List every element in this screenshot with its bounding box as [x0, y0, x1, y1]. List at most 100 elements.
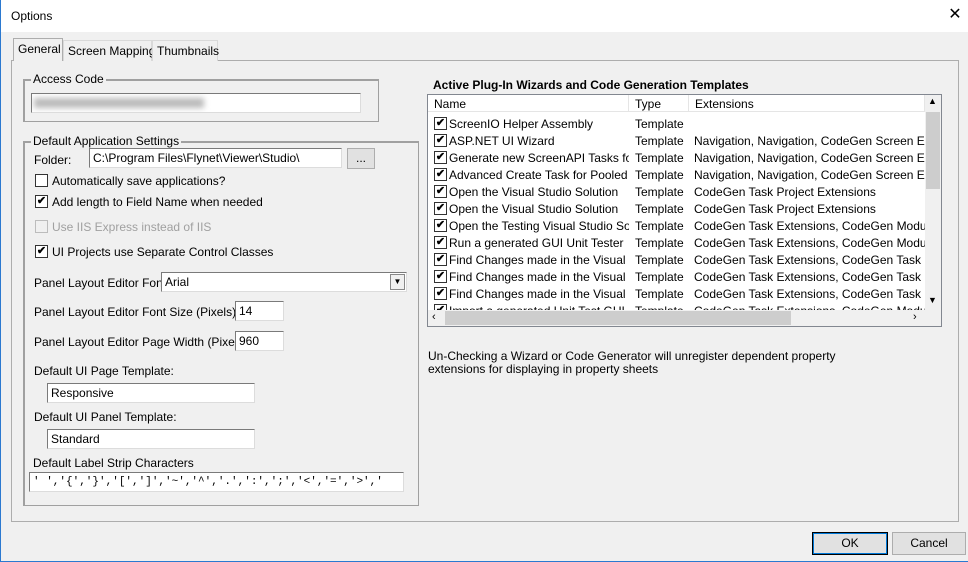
row-type: Template: [635, 134, 684, 148]
list-item[interactable]: ✔ ScreenIO Helper Assembly Template: [428, 115, 925, 132]
row-extensions: CodeGen Task Extensions, CodeGen Task Pr…: [694, 253, 925, 267]
list-item[interactable]: ✔ Find Changes made in the Visual St... …: [428, 285, 925, 302]
row-checkbox[interactable]: ✔: [434, 236, 447, 249]
row-name: Open the Testing Visual Studio Sol...: [449, 219, 629, 233]
scroll-up-icon[interactable]: ▲: [928, 96, 937, 106]
folder-label: Folder:: [34, 153, 72, 167]
plugins-heading: Active Plug-In Wizards and Code Generati…: [433, 78, 749, 92]
row-checkbox[interactable]: ✔: [434, 151, 447, 164]
tab-thumbnails[interactable]: Thumbnails: [152, 40, 219, 61]
font-select[interactable]: Arial ▼: [161, 272, 407, 292]
list-item[interactable]: ✔ Open the Visual Studio Solution Templa…: [428, 200, 925, 217]
row-extensions: CodeGen Task Project Extensions: [694, 202, 876, 216]
row-extensions: CodeGen Task Extensions, CodeGen Module …: [694, 219, 925, 233]
row-checkbox[interactable]: ✔: [434, 202, 447, 215]
window-title: Options: [11, 9, 53, 23]
checkbox-label-3: UI Projects use Separate Control Classes: [52, 245, 274, 259]
row-type: Template: [635, 185, 684, 199]
list-item[interactable]: ✔ Run a generated GUI Unit Tester Templa…: [428, 234, 925, 251]
checkbox-2: [35, 220, 48, 233]
row-extensions: CodeGen Task Extensions, CodeGen Task Pr…: [694, 287, 925, 301]
checkbox-label-1: Add length to Field Name when needed: [52, 195, 263, 209]
row-extensions: Navigation, Navigation, CodeGen Screen E…: [694, 134, 925, 148]
row-checkbox[interactable]: ✔: [434, 134, 447, 147]
list-item[interactable]: ✔ Find Changes made in the Visual St... …: [428, 268, 925, 285]
strip-chars-input[interactable]: ' ','{','}','[',']','~','^','.',':',';',…: [29, 472, 404, 492]
horizontal-scrollbar[interactable]: ‹ ›: [428, 310, 941, 326]
row-extensions: CodeGen Task Extensions, CodeGen Module …: [694, 236, 925, 250]
row-name: Open the Visual Studio Solution: [449, 185, 619, 199]
close-icon[interactable]: ✕: [945, 4, 965, 26]
browse-folder-button[interactable]: ...: [347, 148, 375, 169]
list-item[interactable]: ✔ Generate new ScreenAPI Tasks for... Te…: [428, 149, 925, 166]
row-name: Find Changes made in the Visual St...: [449, 287, 629, 301]
list-item[interactable]: ✔ Advanced Create Task for Pooled ... Te…: [428, 166, 925, 183]
row-type: Template: [635, 168, 684, 182]
horizontal-scroll-thumb[interactable]: [445, 311, 791, 325]
vertical-scroll-thumb[interactable]: [926, 112, 940, 189]
row-name: Generate new ScreenAPI Tasks for...: [449, 151, 629, 165]
checkbox-1[interactable]: ✔: [35, 195, 48, 208]
font-size-input[interactable]: 14: [235, 301, 284, 321]
title-bar: [1, 0, 968, 32]
row-checkbox[interactable]: ✔: [434, 287, 447, 300]
row-checkbox[interactable]: ✔: [434, 117, 447, 130]
page-template-label: Default UI Page Template:: [34, 364, 174, 378]
panel-template-label: Default UI Panel Template:: [34, 410, 177, 424]
strip-chars-label: Default Label Strip Characters: [33, 456, 194, 470]
column-header-type[interactable]: Type: [629, 95, 689, 112]
cancel-button[interactable]: Cancel: [892, 532, 966, 555]
tab-screen-mapping[interactable]: Screen Mapping: [63, 40, 155, 61]
ok-button[interactable]: OK: [812, 532, 888, 555]
font-size-label: Panel Layout Editor Font Size (Pixels):: [34, 305, 240, 319]
app-settings-label: Default Application Settings: [31, 134, 182, 148]
folder-input[interactable]: C:\Program Files\Flynet\Viewer\Studio\: [89, 148, 342, 168]
scroll-left-icon[interactable]: ‹: [432, 311, 436, 323]
row-checkbox[interactable]: ✔: [434, 253, 447, 266]
checkbox-0[interactable]: [35, 174, 48, 187]
row-type: Template: [635, 287, 684, 301]
row-name: ASP.NET UI Wizard: [449, 134, 555, 148]
row-name: Run a generated GUI Unit Tester: [449, 236, 624, 250]
row-type: Template: [635, 236, 684, 250]
scroll-right-icon[interactable]: ›: [913, 311, 917, 323]
access-code-input[interactable]: [31, 93, 361, 113]
row-name: Open the Visual Studio Solution: [449, 202, 619, 216]
row-checkbox[interactable]: ✔: [434, 168, 447, 181]
checkbox-label-2: Use IIS Express instead of IIS: [52, 220, 212, 234]
list-item[interactable]: ✔ ASP.NET UI Wizard Template Navigation,…: [428, 132, 925, 149]
row-checkbox[interactable]: ✔: [434, 219, 447, 232]
vertical-scrollbar[interactable]: ▲ ▼: [925, 95, 941, 310]
row-name: Advanced Create Task for Pooled ...: [449, 168, 629, 182]
page-width-input[interactable]: 960: [235, 331, 284, 351]
page-template-input[interactable]: Responsive: [47, 383, 255, 403]
list-item[interactable]: ✔ Find Changes made in the Visual St... …: [428, 251, 925, 268]
row-type: Template: [635, 202, 684, 216]
blurred-access-code: [34, 98, 204, 108]
column-header-extensions[interactable]: Extensions: [689, 95, 925, 112]
row-name: Find Changes made in the Visual St...: [449, 270, 629, 284]
checkbox-label-0: Automatically save applications?: [52, 174, 226, 188]
row-extensions: CodeGen Task Project Extensions: [694, 185, 876, 199]
row-checkbox[interactable]: ✔: [434, 270, 447, 283]
chevron-down-icon[interactable]: ▼: [390, 274, 405, 290]
row-extensions: Navigation, Navigation, CodeGen Screen E…: [694, 151, 925, 165]
row-name: ScreenIO Helper Assembly: [449, 117, 594, 131]
font-label: Panel Layout Editor Font:: [34, 276, 170, 290]
row-type: Template: [635, 151, 684, 165]
row-type: Template: [635, 270, 684, 284]
plugins-list[interactable]: Name Type Extensions ✔ ScreenIO Helper A…: [427, 94, 942, 327]
list-item[interactable]: ✔ Open the Visual Studio Solution Templa…: [428, 183, 925, 200]
scroll-down-icon[interactable]: ▼: [928, 295, 937, 305]
list-item[interactable]: ✔ Open the Testing Visual Studio Sol... …: [428, 217, 925, 234]
column-header-name[interactable]: Name: [428, 95, 629, 112]
row-checkbox[interactable]: ✔: [434, 185, 447, 198]
plugins-note-line1: Un-Checking a Wizard or Code Generator w…: [428, 349, 836, 363]
access-code-label: Access Code: [31, 72, 106, 86]
panel-template-input[interactable]: Standard: [47, 429, 255, 449]
page-width-label: Panel Layout Editor Page Width (Pixels):: [34, 335, 251, 349]
font-select-value: Arial: [165, 275, 190, 289]
row-type: Template: [635, 219, 684, 233]
tab-general[interactable]: General: [13, 38, 63, 61]
checkbox-3[interactable]: ✔: [35, 245, 48, 258]
